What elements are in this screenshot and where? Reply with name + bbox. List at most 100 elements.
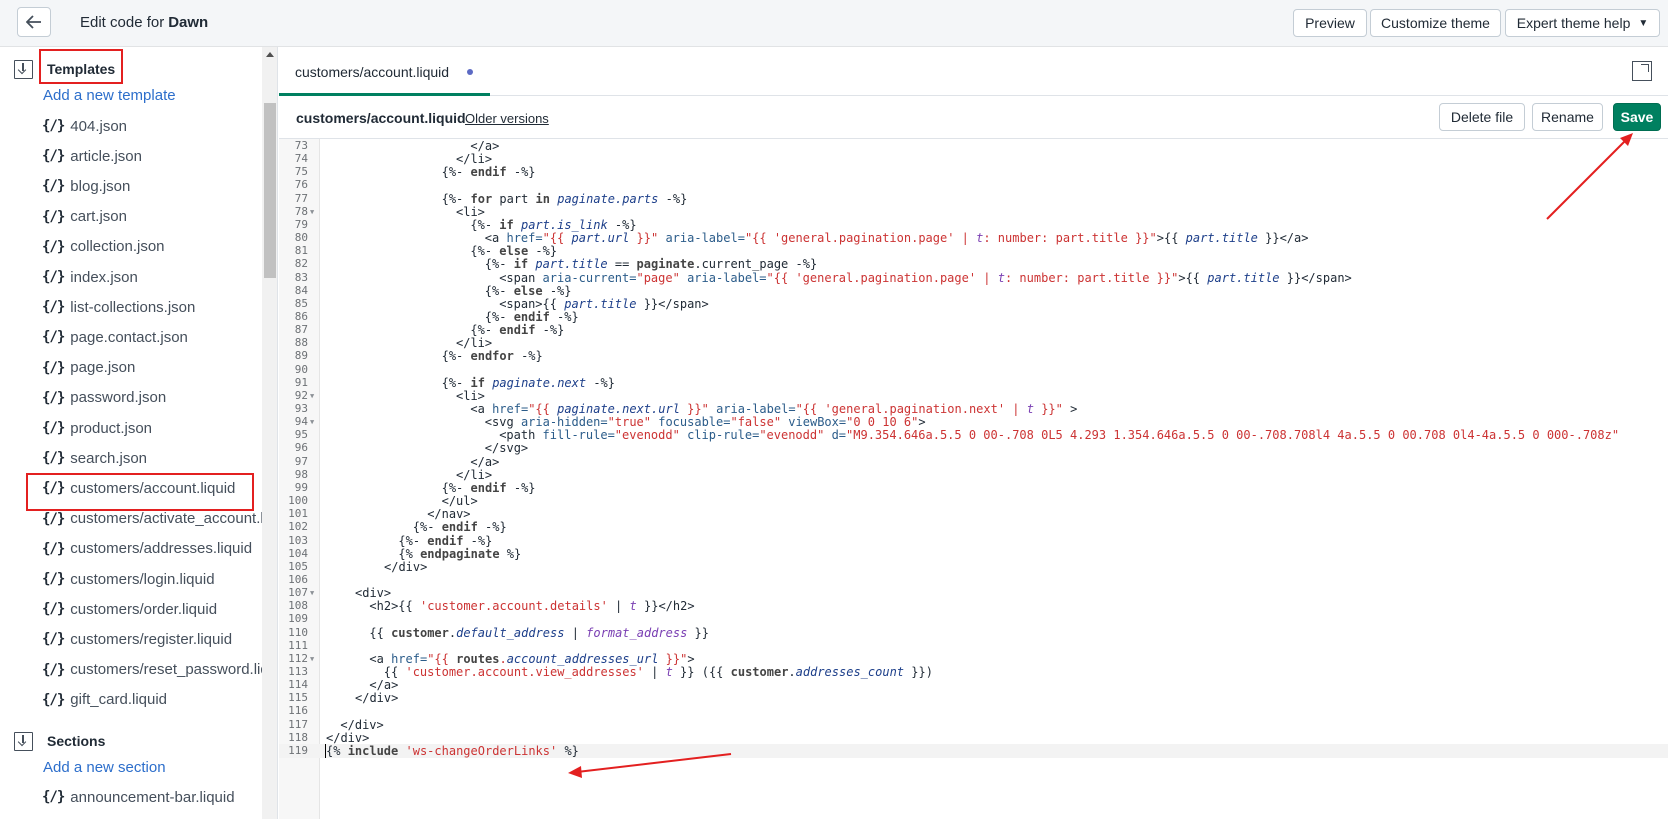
code-line[interactable]: 107 ▼ <div> [279,586,1668,600]
code-line[interactable]: 106 [279,573,1668,587]
sidebar-scrollbar[interactable] [262,47,277,819]
sidebar-item-template[interactable]: {/} product.json [42,417,152,439]
code-line[interactable]: 73 </a> [279,139,1668,153]
code-line[interactable]: 109 [279,612,1668,626]
code-line[interactable]: 81 {%- else -%} [279,244,1668,258]
sidebar-item-template[interactable]: {/} customers/login.liquid [42,568,215,590]
sidebar-item-template[interactable]: {/} search.json [42,447,147,469]
code-text: </a> [369,678,399,693]
code-line[interactable]: 86 {%- endif -%} [279,310,1668,324]
code-line[interactable]: 79 {%- if part.is_link -%} [279,218,1668,232]
code-line[interactable]: 103 {%- endif -%} [279,534,1668,548]
code-line[interactable]: 117 </div> [279,718,1668,732]
code-line[interactable]: 89 {%- endfor -%} [279,349,1668,363]
fold-arrow-icon[interactable]: ▼ [310,652,314,666]
sidebar-item-section[interactable]: {/} announcement-bar.liquid [42,786,235,808]
arrow-left-icon [26,15,41,29]
code-line[interactable]: 91 {%- if paginate.next -%} [279,376,1668,390]
code-line[interactable]: 119 {% include 'ws-changeOrderLinks' %} [279,743,1668,758]
code-line[interactable]: 104 {% endpaginate %} [279,547,1668,561]
code-line[interactable]: 114 </a> [279,678,1668,692]
code-line[interactable]: 95 <path fill-rule="evenodd" clip-rule="e… [279,428,1668,442]
code-line[interactable]: 100 </ul> [279,494,1668,508]
code-line[interactable]: 90 [279,363,1668,377]
add-template-link[interactable]: Add a new template [43,87,176,104]
code-line[interactable]: 80 <a href="{{ part.url }}" aria-label="{… [279,231,1668,245]
code-text: {%- endif -%} [398,533,493,548]
page-title-prefix: Edit code for [80,14,165,31]
expert-theme-help-button[interactable]: Expert theme help ▼ [1505,9,1660,37]
code-line[interactable]: 111 [279,639,1668,653]
code-line[interactable]: 118 </div> [279,731,1668,745]
sidebar-item-template[interactable]: {/} blog.json [42,175,130,197]
code-line[interactable]: 93 <a href="{{ paginate.next.url }}" aria… [279,402,1668,416]
code-line[interactable]: 105 </div> [279,560,1668,574]
code-line[interactable]: 96 </svg> [279,441,1668,455]
customize-theme-button[interactable]: Customize theme [1370,9,1501,37]
sidebar-item-template[interactable]: {/} index.json [42,266,138,288]
code-line[interactable]: 101 </nav> [279,507,1668,521]
code-area[interactable]: 73 </a> 74 </li> 75 {%- endif -%} 76 77 {%- for … [279,139,1668,819]
preview-button[interactable]: Preview [1293,9,1367,37]
sections-section-header[interactable]: Sections [0,727,262,755]
code-line[interactable]: 74 </li> [279,152,1668,166]
back-button[interactable] [17,7,51,37]
file-code-icon: {/} [42,631,65,648]
sidebar-item-template[interactable]: {/} customers/reset_password.liquid [42,659,277,681]
code-line[interactable]: 97 </a> [279,455,1668,469]
code-line[interactable]: 115 </div> [279,691,1668,705]
code-line[interactable]: 76 [279,178,1668,192]
sidebar-item-template[interactable]: {/} page.json [42,357,135,379]
code-line[interactable]: 98 </li> [279,468,1668,482]
sidebar-item-template[interactable]: {/} gift_card.liquid [42,689,167,711]
fold-arrow-icon[interactable]: ▼ [310,586,314,600]
code-line[interactable]: 99 {%- endif -%} [279,481,1668,495]
fold-arrow-icon[interactable]: ▼ [310,389,314,403]
delete-file-button[interactable]: Delete file [1439,103,1525,131]
code-line[interactable]: 92 ▼ <li> [279,389,1668,403]
sidebar-item-label: index.json [70,268,138,286]
code-line[interactable]: 116 [279,704,1668,718]
code-line[interactable]: 88 </li> [279,336,1668,350]
code-line[interactable]: 110 {{ customer.default_address | format_… [279,626,1668,640]
code-line[interactable]: 94 ▼ <svg aria-hidden="true" focusable="fa… [279,415,1668,429]
code-line[interactable]: 75 {%- endif -%} [279,165,1668,179]
sidebar-item-template[interactable]: {/} collection.json [42,236,165,258]
rename-button[interactable]: Rename [1532,103,1603,131]
code-line[interactable]: 78 ▼ <li> [279,205,1668,219]
sidebar-item-template[interactable]: {/} customers/addresses.liquid [42,538,252,560]
scrollbar-thumb[interactable] [264,103,276,278]
unsaved-dot-icon [467,69,473,75]
code-line[interactable]: 77 {%- for part in paginate.parts -%} [279,192,1668,206]
code-line[interactable]: 84 {%- else -%} [279,284,1668,298]
save-button[interactable]: Save [1613,103,1661,131]
code-line[interactable]: 102 {%- endif -%} [279,520,1668,534]
code-line[interactable]: 108 <h2>{{ 'customer.account.details' | t… [279,599,1668,613]
scroll-up-icon[interactable] [266,52,274,57]
expand-icon[interactable] [1632,61,1652,81]
line-number: 105 [288,559,308,573]
older-versions-link[interactable]: Older versions [465,111,549,126]
code-line[interactable]: 87 {%- endif -%} [279,323,1668,337]
sidebar-item-template[interactable]: {/} customers/order.liquid [42,598,217,620]
sidebar-item-template[interactable]: {/} article.json [42,145,142,167]
tab-customers-account[interactable]: customers/account.liquid [279,47,490,96]
code-line[interactable]: 83 <span aria-current="page" aria-label="… [279,271,1668,285]
add-section-link[interactable]: Add a new section [43,759,166,776]
code-line[interactable]: 113 {{ 'customer.account.view_addresses' … [279,665,1668,679]
code-line[interactable]: 82 {%- if part.title == paginate.current_… [279,257,1668,271]
fold-arrow-icon[interactable]: ▼ [310,415,314,429]
sidebar-item-template[interactable]: {/} 404.json [42,115,127,137]
sidebar-item-template[interactable]: {/} page.contact.json [42,326,188,348]
line-number: 112 [288,651,308,665]
code-line[interactable]: 112 ▼ <a href="{{ routes.account_addresses… [279,652,1668,666]
code-line[interactable]: 85 <span>{{ part.title }}</span> [279,297,1668,311]
sidebar-item-template[interactable]: {/} list-collections.json [42,296,195,318]
file-sidebar: Templates Add a new template {/} 404.json {/… [0,47,278,819]
fold-arrow-icon[interactable]: ▼ [310,205,314,219]
sidebar-item-template[interactable]: {/} cart.json [42,206,127,228]
sidebar-item-template[interactable]: {/} customers/register.liquid [42,628,232,650]
sidebar-item-template[interactable]: {/} password.json [42,387,166,409]
sidebar-item-label: collection.json [70,238,165,256]
file-code-icon: {/} [42,789,65,805]
